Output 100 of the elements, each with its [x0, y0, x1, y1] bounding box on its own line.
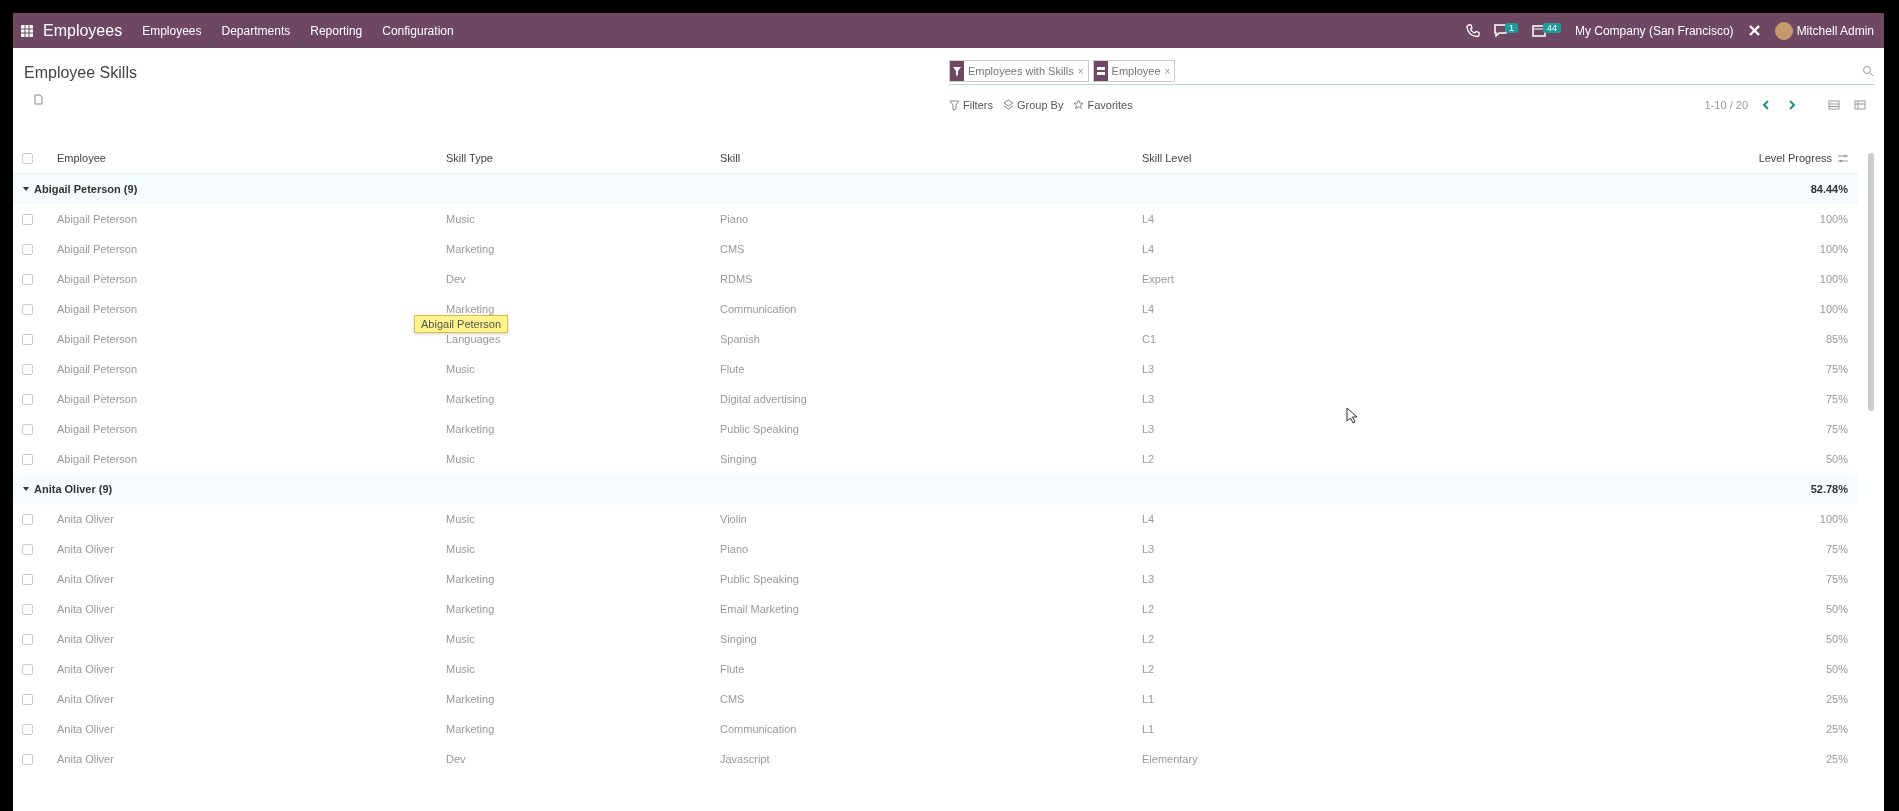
- chat-icon[interactable]: [1493, 24, 1508, 37]
- row-checkbox[interactable]: [22, 273, 33, 285]
- row-checkbox[interactable]: [22, 693, 33, 705]
- list-view-icon[interactable]: [1828, 99, 1840, 111]
- table-cell: L3: [1142, 573, 1155, 585]
- table-cell: Marketing: [446, 693, 495, 705]
- table-cell: L1: [1142, 723, 1155, 735]
- search-menu-button[interactable]: Favorites: [1073, 99, 1133, 111]
- company-switcher[interactable]: My Company (San Francisco): [1574, 23, 1734, 38]
- caret-down-icon[interactable]: [22, 485, 30, 493]
- table-cell: Abigail Peterson: [57, 243, 138, 255]
- app-title[interactable]: Employees: [43, 21, 123, 40]
- row-checkbox[interactable]: [22, 513, 33, 525]
- row-checkbox[interactable]: [22, 333, 33, 345]
- table-cell: Public Speaking: [720, 423, 799, 435]
- apps-menu-icon[interactable]: [21, 24, 33, 37]
- column-header[interactable]: Skill Level: [1142, 152, 1192, 164]
- table-cell: CMS: [720, 693, 745, 705]
- table-cell: Piano: [720, 543, 749, 555]
- page-title: Employee Skills: [24, 64, 138, 82]
- grid-view-icon[interactable]: [1854, 99, 1866, 111]
- calendar-icon[interactable]: [1531, 24, 1546, 37]
- filter-icon: [950, 64, 964, 78]
- row-checkbox[interactable]: [22, 363, 33, 375]
- row-checkbox[interactable]: [22, 753, 33, 765]
- table-cell: Violin: [720, 513, 747, 525]
- row-checkbox[interactable]: [22, 573, 33, 585]
- group-total: 84.44%: [1810, 183, 1848, 195]
- column-header[interactable]: Skill: [720, 152, 741, 164]
- row-checkbox[interactable]: [22, 423, 33, 435]
- group-header[interactable]: Anita Oliver (9): [34, 483, 113, 495]
- table-cell: Abigail Peterson: [57, 213, 138, 225]
- download-file-icon[interactable]: [34, 94, 43, 105]
- column-options-icon[interactable]: [1838, 153, 1848, 163]
- table-cell: L3: [1142, 363, 1155, 375]
- table-cell: Languages: [446, 333, 501, 345]
- user-avatar[interactable]: [1774, 21, 1793, 40]
- table-cell: L3: [1142, 423, 1155, 435]
- row-checkbox[interactable]: [22, 303, 33, 315]
- facet-label: Employees with Skills: [968, 65, 1074, 77]
- table-cell: 100%: [1819, 243, 1848, 255]
- table-cell: 75%: [1825, 423, 1848, 435]
- search-menu-button[interactable]: Group By: [1002, 99, 1064, 111]
- table-cell: Anita Oliver: [57, 663, 114, 675]
- table-cell: Anita Oliver: [57, 573, 114, 585]
- tooltip: Abigail Peterson: [414, 315, 509, 333]
- facet-label: Employee: [1111, 65, 1161, 77]
- row-checkbox[interactable]: [22, 603, 33, 615]
- table-cell: C1: [1142, 333, 1157, 345]
- table-cell: L2: [1142, 663, 1155, 675]
- menu-item[interactable]: Departments: [221, 23, 291, 38]
- row-checkbox[interactable]: [22, 393, 33, 405]
- table-cell: L4: [1142, 243, 1155, 255]
- table-cell: Flute: [720, 363, 745, 375]
- row-checkbox[interactable]: [22, 213, 33, 225]
- row-checkbox[interactable]: [22, 453, 33, 465]
- table-cell: 75%: [1825, 363, 1848, 375]
- table-cell: Flute: [720, 663, 745, 675]
- search-menu-button[interactable]: Filters: [949, 99, 993, 111]
- row-checkbox[interactable]: [22, 723, 33, 735]
- group-header[interactable]: Abigail Peterson (9): [34, 183, 138, 195]
- search-field[interactable]: Employees with Skills × Employee ×: [949, 58, 1874, 85]
- table-cell: Marketing: [446, 423, 495, 435]
- scrollbar[interactable]: [1868, 153, 1874, 411]
- table-cell: 75%: [1825, 573, 1848, 585]
- row-checkbox[interactable]: [22, 543, 33, 555]
- search-icon[interactable]: [1862, 65, 1874, 77]
- table-cell: 100%: [1819, 513, 1848, 525]
- table-cell: 50%: [1825, 603, 1848, 615]
- column-header[interactable]: Skill Type: [446, 152, 493, 164]
- caret-down-icon[interactable]: [22, 185, 30, 193]
- menu-item[interactable]: Reporting: [310, 23, 363, 38]
- table-cell: Email Marketing: [720, 603, 799, 615]
- user-menu[interactable]: Mitchell Admin: [1796, 23, 1874, 38]
- column-header[interactable]: Employee: [57, 152, 106, 164]
- row-checkbox[interactable]: [22, 633, 33, 645]
- table-cell: 75%: [1825, 393, 1848, 405]
- menu-item[interactable]: Employees: [142, 23, 202, 38]
- row-checkbox[interactable]: [22, 152, 33, 164]
- table-cell: Communication: [720, 723, 797, 735]
- table-cell: L3: [1142, 543, 1155, 555]
- next-icon[interactable]: [1786, 99, 1798, 111]
- column-header[interactable]: Level Progress: [1758, 152, 1832, 164]
- table-cell: L2: [1142, 633, 1155, 645]
- table-cell: Expert: [1142, 273, 1174, 285]
- table-cell: Anita Oliver: [57, 633, 114, 645]
- table-cell: Marketing: [446, 303, 495, 315]
- previous-icon[interactable]: [1760, 99, 1772, 111]
- search-facet[interactable]: Employee ×: [1092, 60, 1176, 82]
- row-checkbox[interactable]: [22, 663, 33, 675]
- phone-icon[interactable]: [1465, 23, 1480, 38]
- menu-item[interactable]: Configuration: [382, 23, 454, 38]
- row-checkbox[interactable]: [22, 243, 33, 255]
- table-cell: 100%: [1819, 273, 1848, 285]
- table-cell: Public Speaking: [720, 573, 799, 585]
- table-cell: Javascript: [720, 753, 770, 765]
- table-cell: L2: [1142, 603, 1155, 615]
- table-cell: CMS: [720, 243, 745, 255]
- search-facet[interactable]: Employees with Skills ×: [949, 60, 1089, 82]
- table-cell: 25%: [1825, 693, 1848, 705]
